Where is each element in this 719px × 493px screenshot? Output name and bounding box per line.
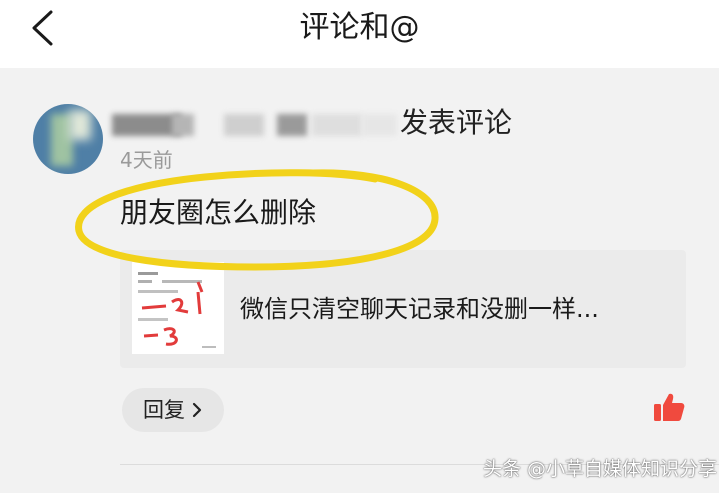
comment-time: 4天前 [120,148,173,172]
page-title: 评论和@ [299,10,420,45]
article-title: 微信只清空聊天记录和没删一样... [240,295,599,323]
blurred-username [112,110,402,138]
article-thumbnail-image [132,262,224,354]
article-card[interactable]: 微信只清空聊天记录和没删一样... [120,250,686,368]
avatar[interactable] [33,104,103,174]
thumbs-up-icon[interactable] [652,390,686,424]
chevron-right-icon [192,402,202,418]
watermark: 头条 @小草自媒体知识分享 [483,458,718,480]
top-bar: 评论和@ [0,0,719,68]
reply-button[interactable]: 回复 [122,388,224,432]
reply-button-label: 回复 [143,398,185,422]
article-thumbnail [132,262,224,354]
comment-action-text: 发表评论 [400,106,513,139]
comment-text: 朋友圈怎么删除 [120,196,317,229]
